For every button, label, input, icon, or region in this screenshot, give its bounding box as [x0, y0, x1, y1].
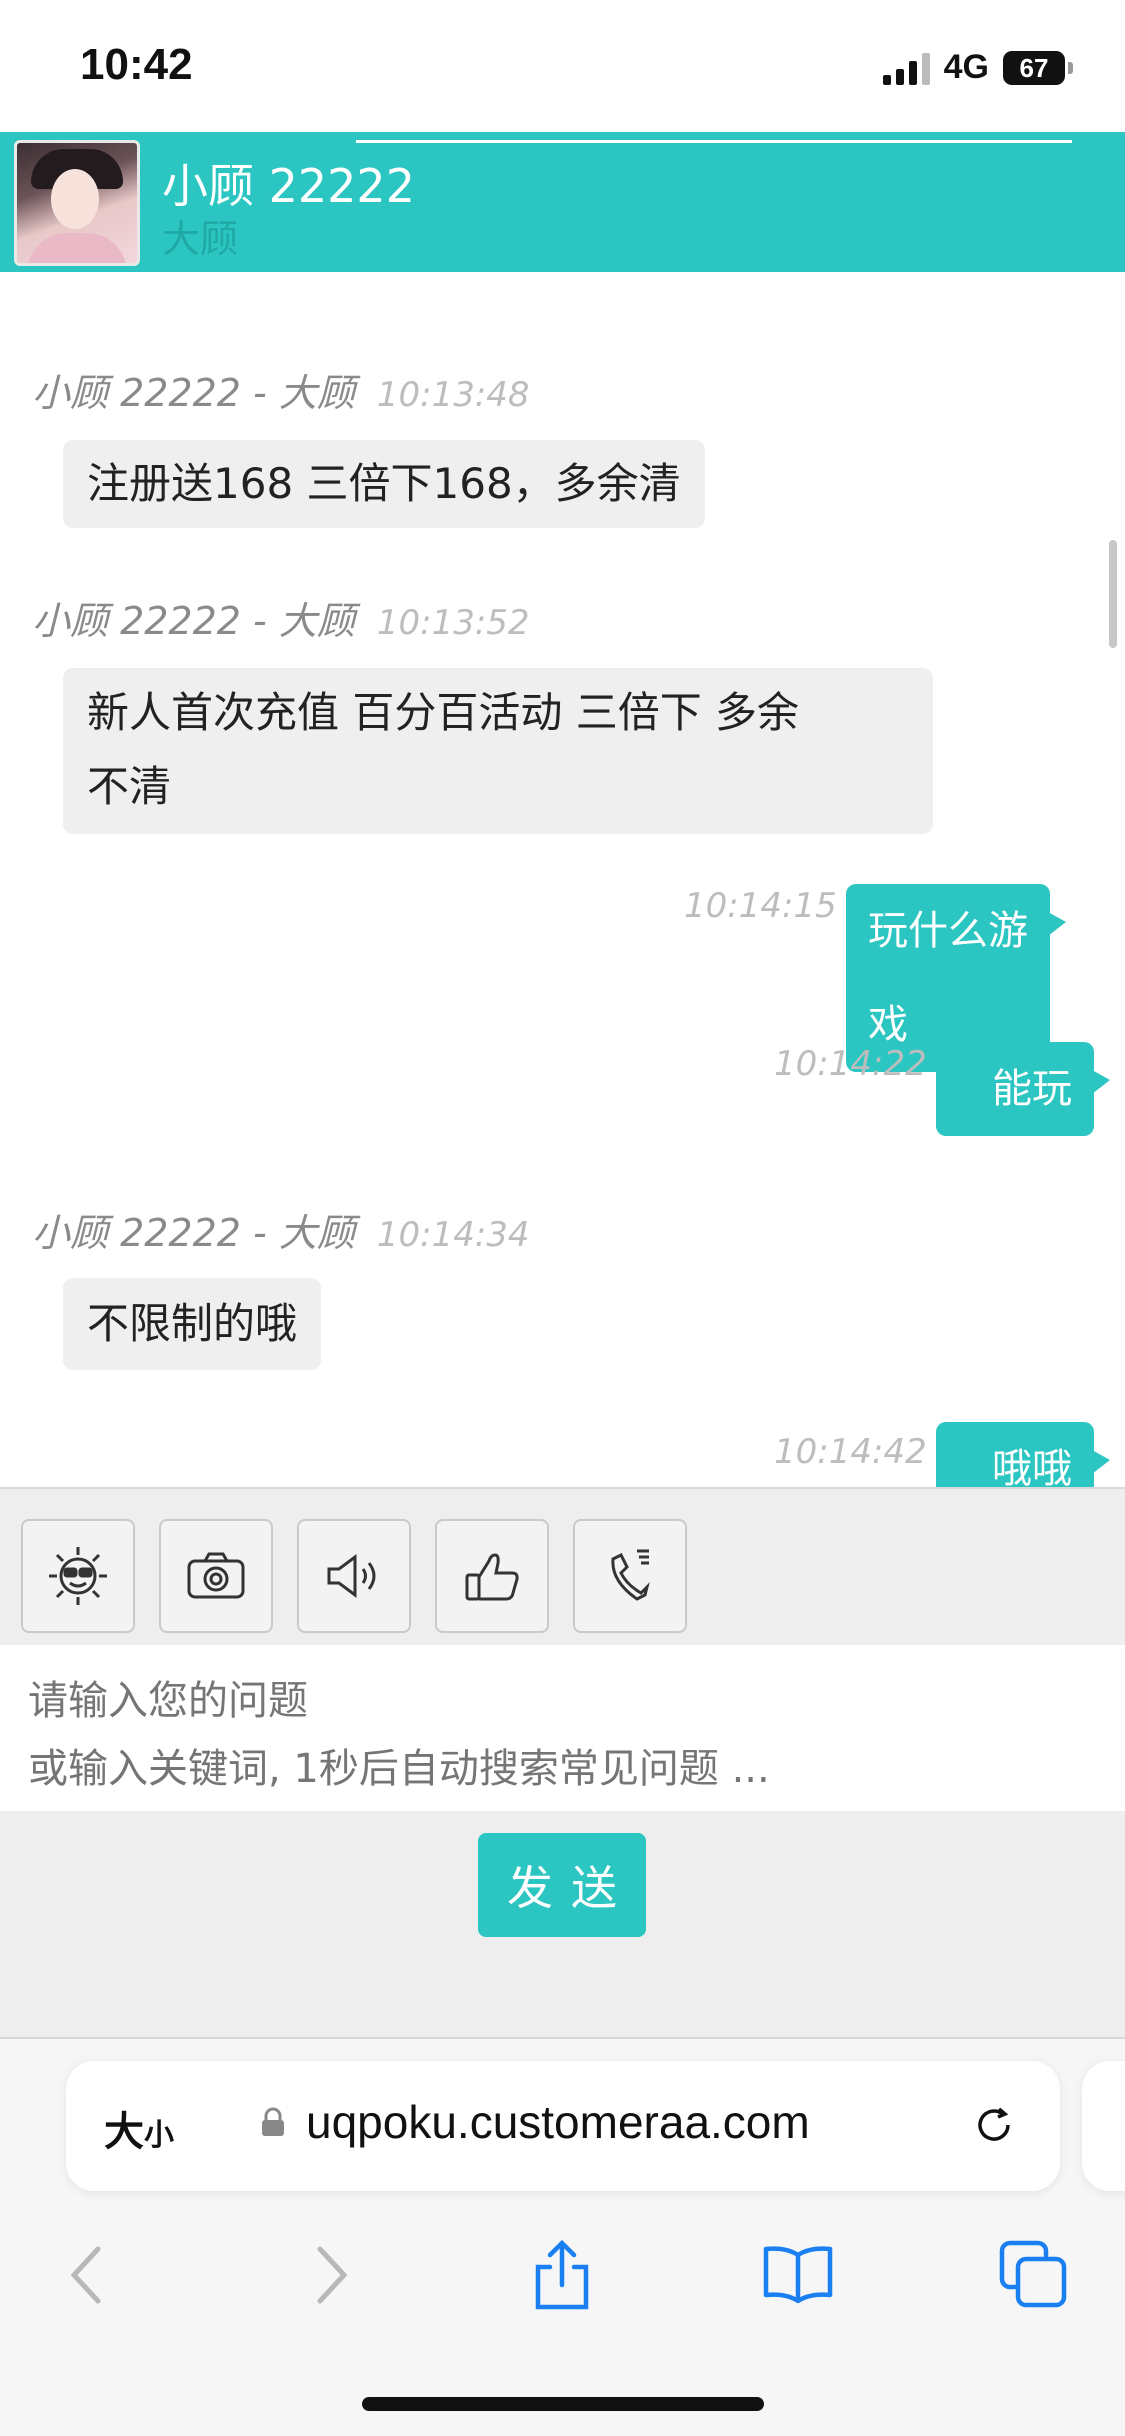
url-text: uqpoku.customeraa.com — [306, 2096, 810, 2148]
message-sender: 小顾 22222 - 大顾 — [32, 371, 355, 415]
browser-toolbar: 大小 uqpoku.customeraa.com — [0, 2039, 1125, 2436]
message-text: 不限制的哦 — [87, 1299, 298, 1348]
message-time: 10:14:15 — [684, 886, 837, 926]
input-area — [0, 1645, 1125, 1811]
message-text-line: 新人首次充值 百分百活动 三倍下 多余 — [87, 688, 800, 737]
agent-subtitle: 大顾 — [162, 217, 239, 261]
message-text: 注册送168 三倍下168，多余清 — [87, 459, 681, 508]
message-text: 哦哦 — [992, 1446, 1072, 1487]
send-area: 发送 — [0, 1811, 1125, 2039]
message-time: 10:13:48 — [376, 375, 530, 415]
home-indicator[interactable] — [362, 2397, 764, 2411]
voice-button[interactable] — [297, 1519, 411, 1633]
status-time: 10:42 — [80, 40, 193, 89]
reader-aa-button[interactable]: 大小 — [104, 2099, 174, 2157]
message-time: 10:14:34 — [376, 1215, 530, 1255]
voice-icon — [327, 1554, 376, 1598]
incoming-message: 不限制的哦 — [63, 1278, 322, 1370]
message-time: 10:13:52 — [376, 603, 530, 643]
incoming-message: 注册送168 三倍下168，多余清 — [63, 440, 705, 528]
message-meta: 小顾 22222 - 大顾 10:13:48 — [32, 362, 530, 417]
chat-toolbar — [0, 1487, 1125, 1645]
signal-icon — [882, 51, 930, 85]
next-tab-peek[interactable] — [1082, 2061, 1125, 2191]
message-sender: 小顾 22222 - 大顾 — [32, 599, 355, 643]
back-icon[interactable] — [48, 2235, 128, 2315]
scrollbar[interactable] — [1109, 540, 1117, 648]
message-sender: 小顾 22222 - 大顾 — [32, 1211, 355, 1255]
status-bar: 10:42 4G 67 — [0, 0, 1125, 132]
outgoing-message: 哦哦 — [936, 1422, 1110, 1487]
address-bar[interactable]: 大小 uqpoku.customeraa.com — [66, 2061, 1060, 2191]
battery-icon: 67 — [1003, 50, 1073, 85]
reload-icon[interactable] — [968, 2099, 1020, 2151]
message-time: 10:14:22 — [774, 1044, 927, 1084]
phone-button[interactable] — [573, 1519, 687, 1633]
emoji-button[interactable] — [21, 1519, 135, 1633]
camera-button[interactable] — [159, 1519, 273, 1633]
outgoing-message: 能玩 — [936, 1042, 1110, 1136]
incoming-message: 新人首次充值 百分百活动 三倍下 多余 不清 — [63, 668, 933, 834]
phone-icon — [611, 1549, 650, 1601]
network-type: 4G — [943, 48, 989, 86]
camera-icon — [187, 1552, 245, 1599]
send-button[interactable]: 发送 — [478, 1833, 646, 1937]
status-indicators: 4G 67 — [882, 48, 1073, 87]
lock-icon — [262, 2107, 284, 2136]
message-meta: 小顾 22222 - 大顾 10:13:52 — [32, 590, 530, 645]
previous-message-edge — [336, 136, 1092, 160]
message-list[interactable]: 小顾 22222 - 大顾 10:13:48 注册送168 三倍下168，多余清 … — [0, 272, 1125, 1487]
message-text: 能玩 — [992, 1066, 1072, 1112]
share-icon[interactable] — [522, 2235, 602, 2315]
agent-avatar[interactable] — [14, 140, 140, 266]
message-text: 玩什么游戏 — [868, 908, 1028, 1048]
message-text-line: 不清 — [87, 762, 172, 811]
tabs-icon[interactable] — [994, 2235, 1074, 2315]
forward-icon[interactable] — [290, 2235, 370, 2315]
thumbs-up-button[interactable] — [435, 1519, 549, 1633]
bookmarks-icon[interactable] — [758, 2235, 838, 2315]
message-time: 10:14:42 — [774, 1432, 927, 1472]
question-input[interactable] — [26, 1665, 1100, 1809]
emoji-icon — [49, 1547, 107, 1605]
message-meta: 小顾 22222 - 大顾 10:14:34 — [32, 1202, 530, 1257]
thumbs-up-icon — [465, 1553, 519, 1601]
